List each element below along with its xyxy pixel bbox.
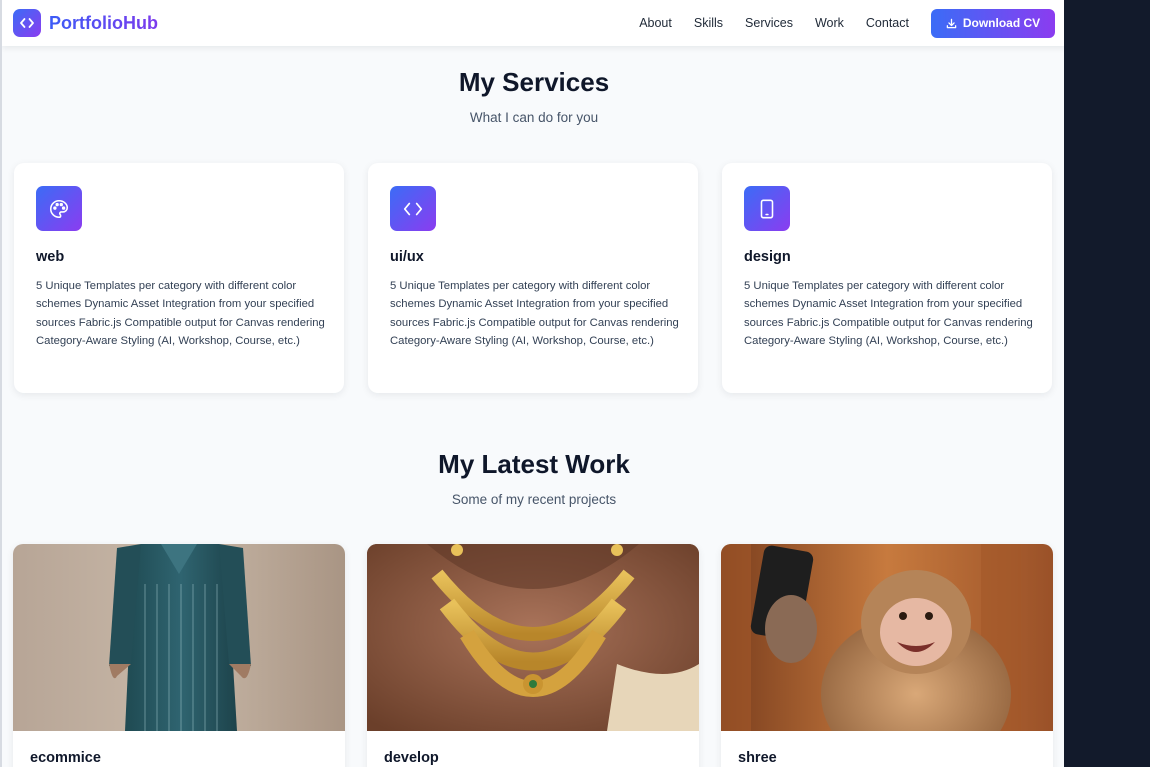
services-subtitle: What I can do for you [469,110,599,125]
service-title: ui/ux [390,249,424,265]
gold-necklace-photo [367,544,699,731]
palette-icon [36,186,82,231]
project-title: ecommice [30,750,101,766]
service-description: 5 Unique Templates per category with dif… [36,280,325,347]
nav-link-about[interactable]: About [639,16,672,30]
download-cv-label: Download CV [962,16,1041,30]
nav-link-work[interactable]: Work [815,16,844,30]
download-icon [946,18,957,28]
tablet-icon [744,186,790,231]
service-card-web[interactable]: web 5 Unique Templates per category with… [14,163,344,393]
teal-kurta-photo [13,544,345,731]
code-icon [390,186,436,231]
services-heading: My Services [458,67,610,97]
service-description: 5 Unique Templates per category with dif… [744,280,1033,347]
download-cv-button[interactable]: Download CV [931,8,1055,38]
monkey-selfie-photo [721,544,1053,731]
nav-link-contact[interactable]: Contact [866,16,909,30]
project-title: shree [738,750,777,766]
brand-name[interactable]: PortfolioHub [49,13,158,34]
browser-viewport: PortfolioHub About Skills Services Work … [0,0,1064,767]
nav-link-services[interactable]: Services [745,16,793,30]
top-navbar: PortfolioHub About Skills Services Work … [2,0,1064,46]
service-description: 5 Unique Templates per category with dif… [390,280,679,347]
nav-links: About Skills Services Work Contact Downl… [639,8,1055,38]
code-icon[interactable] [13,9,41,37]
service-title: design [744,249,791,265]
work-subtitle: Some of my recent projects [451,492,617,507]
service-card-design[interactable]: design 5 Unique Templates per category w… [722,163,1052,393]
project-card-develop[interactable]: develop [367,544,699,767]
service-title: web [36,249,65,265]
work-heading: My Latest Work [438,449,630,479]
service-card-uiux[interactable]: ui/ux 5 Unique Templates per category wi… [368,163,698,393]
project-title: develop [384,750,439,766]
project-card-ecommice[interactable]: ecommice [13,544,345,767]
nav-link-skills[interactable]: Skills [694,16,723,30]
project-card-shree[interactable]: shree [721,544,1053,767]
